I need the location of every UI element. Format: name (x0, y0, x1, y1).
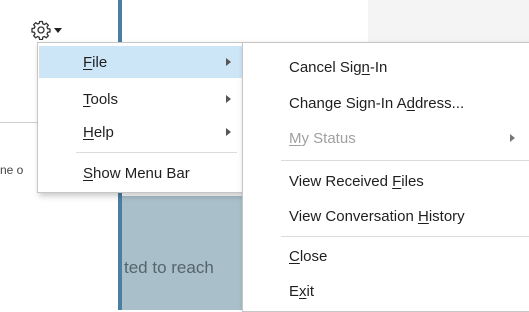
options-menu-button[interactable] (31, 18, 67, 42)
menu-item-view-received-files[interactable]: View Received Files (244, 165, 529, 197)
menu-item-label: Change Sign-In Address... (289, 94, 465, 112)
gear-icon (31, 20, 51, 40)
caret-down-icon (53, 26, 63, 34)
submenu-arrow-icon (226, 128, 231, 136)
menu-item-label: Exit (289, 282, 315, 300)
menu-item-tools[interactable]: Tools (39, 83, 242, 115)
left-pane-partial-text: ne o (0, 163, 24, 177)
menu-item-label: Show Menu Bar (83, 164, 190, 182)
menu-separator (76, 152, 237, 153)
menu-item-label: View Conversation History (289, 207, 465, 225)
menu-separator (281, 236, 529, 237)
menu-item-label: My Status (289, 129, 356, 147)
menu-item-label: Close (289, 247, 328, 265)
menu-item-label: Tools (83, 90, 119, 108)
menu-item-label: View Received Files (289, 172, 424, 190)
menu-item-file[interactable]: File (39, 46, 242, 78)
menu-item-show-menu-bar[interactable]: Show Menu Bar (39, 157, 242, 189)
submenu-arrow-icon (226, 95, 231, 103)
menu-separator (281, 160, 529, 161)
menu-item-label: Cancel Sign-In (289, 58, 388, 76)
menu-item-change-sign-in-address[interactable]: Change Sign-In Address... (244, 87, 529, 119)
status-panel-partial-text: ted to reach (124, 258, 214, 277)
menu-item-view-conversation-history[interactable]: View Conversation History (244, 200, 529, 232)
menu-item-cancel-sign-in[interactable]: Cancel Sign-In (244, 51, 529, 83)
file-submenu: Cancel Sign-In Change Sign-In Address...… (242, 42, 529, 312)
menu-item-my-status[interactable]: My Status (244, 122, 529, 154)
menu-item-exit[interactable]: Exit (244, 275, 529, 307)
submenu-arrow-icon (226, 58, 231, 66)
menu-item-label: File (83, 53, 108, 71)
menu-item-help[interactable]: Help (39, 116, 242, 148)
menu-item-label: Help (83, 123, 114, 141)
menu-item-close[interactable]: Close (244, 240, 529, 272)
options-menu: File Tools Help Show Menu Bar (37, 42, 244, 193)
submenu-arrow-icon (510, 134, 515, 142)
